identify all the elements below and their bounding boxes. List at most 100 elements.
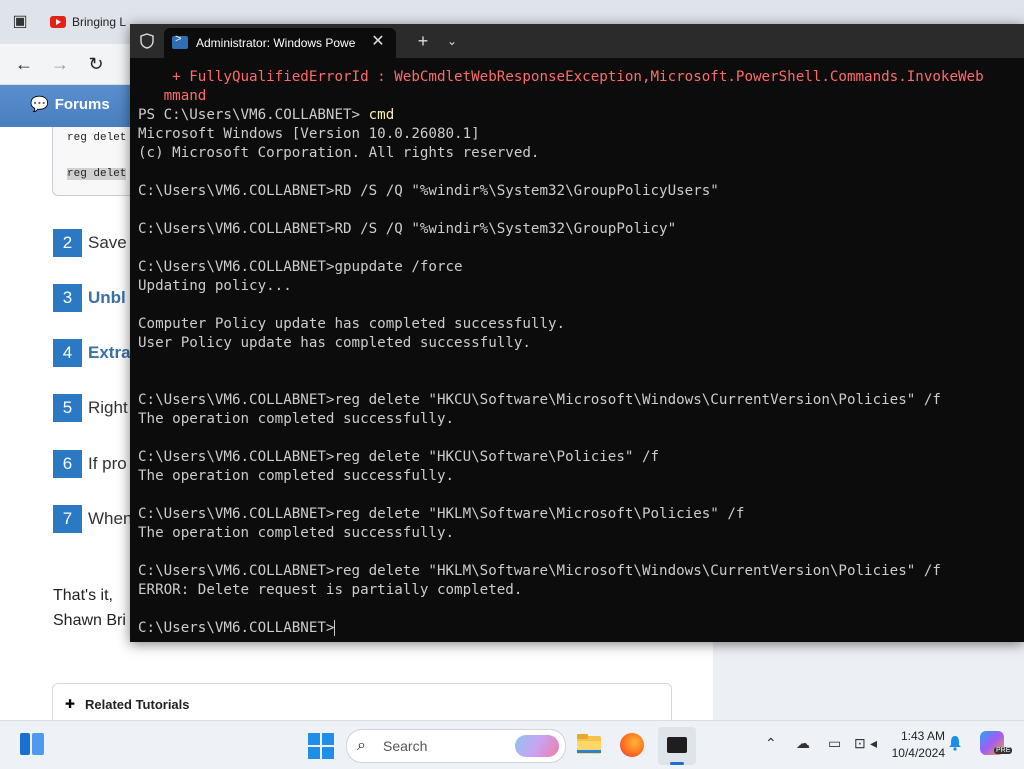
terminal-line-text: User Policy update has completed success… (138, 335, 531, 351)
terminal-line: C:\Users\VM6.COLLABNET>reg delete "HKLM\… (138, 505, 1024, 524)
forums-link[interactable]: 💬 Forums (30, 95, 110, 114)
terminal-line-text: ERROR: Delete request is partially compl… (138, 582, 523, 598)
terminal-line-text: C:\Users\VM6.COLLABNET> (138, 620, 335, 636)
terminal-line: Updating policy... (138, 277, 1024, 296)
terminal-tab[interactable]: Administrator: Windows Powe ✕ (164, 28, 396, 58)
terminal-line-text: + FullyQualifiedErrorId : WebCmdletWebRe… (138, 69, 984, 85)
clock-time[interactable]: 1:43 AM (885, 729, 945, 743)
forward-arrow-icon[interactable]: → (48, 52, 72, 76)
step-number: 7 (53, 505, 82, 533)
chevron-down-icon[interactable]: ⌄ (442, 30, 462, 52)
refresh-icon[interactable]: ↻ (84, 52, 108, 76)
text-cursor (334, 620, 336, 636)
terminal-line: ERROR: Delete request is partially compl… (138, 581, 1024, 600)
author-signature: Shawn Bri (53, 612, 126, 629)
step-text: Right (88, 398, 128, 417)
clock-date[interactable]: 10/4/2024 (880, 746, 945, 760)
terminal-line-text: C:\Users\VM6.COLLABNET>reg delete "HKCU\… (138, 392, 941, 408)
terminal-line-text: PS C:\Users\VM6.COLLABNET> (138, 107, 369, 123)
volume-icon[interactable]: ◂ (870, 735, 877, 752)
puzzle-icon: ✚ (65, 697, 76, 711)
terminal-window: Administrator: Windows Powe ✕ + ⌄ + Full… (130, 24, 1024, 642)
terminal-line: User Policy update has completed success… (138, 334, 1024, 353)
typed-command: cmd (368, 107, 395, 123)
terminal-titlebar: Administrator: Windows Powe ✕ + ⌄ (130, 24, 1024, 58)
back-arrow-icon[interactable]: ← (12, 52, 36, 76)
terminal-line: C:\Users\VM6.COLLABNET>reg delete "HKCU\… (138, 448, 1024, 467)
terminal-line-text: C:\Users\VM6.COLLABNET>reg delete "HKCU\… (138, 449, 660, 465)
terminal-line: C:\Users\VM6.COLLABNET>RD /S /Q "%windir… (138, 220, 1024, 239)
new-tab-button[interactable]: + (412, 30, 434, 52)
step-number: 5 (53, 394, 82, 422)
network-icon[interactable]: ⊡ (854, 735, 866, 752)
terminal-icon (667, 737, 687, 753)
terminal-line: mmand (138, 87, 1024, 106)
monitor-icon[interactable]: ▭ (828, 735, 841, 752)
code-line: reg delet (67, 168, 127, 180)
terminal-line: + FullyQualifiedErrorId : WebCmdletWebRe… (138, 68, 1024, 87)
terminal-line: C:\Users\VM6.COLLABNET>reg delete "HKLM\… (138, 562, 1024, 581)
chevron-up-icon[interactable]: ⌃ (765, 735, 777, 752)
start-button[interactable] (308, 733, 334, 759)
youtube-icon (50, 16, 66, 28)
chat-bubbles-icon: 💬 (30, 96, 49, 113)
terminal-line-text: C:\Users\VM6.COLLABNET>reg delete "HKLM\… (138, 563, 941, 579)
terminal-line-text: C:\Users\VM6.COLLABNET>gpupdate /force (138, 259, 463, 275)
search-highlight-image (515, 735, 559, 757)
terminal-line-text: The operation completed successfully. (138, 468, 455, 484)
related-tutorials-panel: ✚ Related Tutorials (52, 683, 672, 725)
taskbar: ⌕ Search ⌃ ☁ ▭ ⊡ ◂ 1:43 AM 10/4/2024 PRE (0, 720, 1024, 769)
step-number: 6 (53, 450, 82, 478)
taskbar-search[interactable]: ⌕ Search (346, 729, 566, 763)
step-number: 4 (53, 339, 82, 367)
terminal-line: PS C:\Users\VM6.COLLABNET> cmd (138, 106, 1024, 125)
terminal-line: C:\Users\VM6.COLLABNET>RD /S /Q "%windir… (138, 182, 1024, 201)
step-text: Save (88, 233, 127, 252)
step-text: If pro (88, 454, 127, 473)
browser-tab-title: Bringing L (72, 15, 127, 29)
search-icon: ⌕ (357, 737, 366, 754)
step-text[interactable]: Unbl (88, 288, 126, 308)
forums-label: Forums (54, 95, 110, 113)
file-explorer-icon[interactable] (576, 733, 602, 755)
tab-actions-icon[interactable]: ▣ (8, 10, 32, 34)
step-number: 3 (53, 284, 82, 312)
terminal-line-text: (c) Microsoft Corporation. All rights re… (138, 145, 540, 161)
step-text[interactable]: Extra (88, 343, 131, 363)
terminal-line: (c) Microsoft Corporation. All rights re… (138, 144, 1024, 163)
related-tutorials-title: Related Tutorials (85, 697, 190, 712)
browser-tab[interactable]: Bringing L (50, 8, 130, 36)
shield-icon (140, 33, 154, 49)
notification-bell-icon[interactable] (948, 735, 962, 751)
terminal-line: The operation completed successfully. (138, 524, 1024, 543)
close-tab-icon[interactable]: ✕ (368, 32, 388, 52)
active-indicator (670, 762, 684, 765)
terminal-line: The operation completed successfully. (138, 410, 1024, 429)
terminal-output[interactable]: + FullyQualifiedErrorId : WebCmdletWebRe… (138, 68, 1024, 638)
terminal-line: C:\Users\VM6.COLLABNET>reg delete "HKCU\… (138, 391, 1024, 410)
terminal-line-text: The operation completed successfully. (138, 411, 455, 427)
terminal-line: The operation completed successfully. (138, 467, 1024, 486)
step-number: 2 (53, 229, 82, 257)
terminal-line-text: C:\Users\VM6.COLLABNET>RD /S /Q "%windir… (138, 221, 677, 237)
widgets-icon[interactable] (20, 733, 44, 755)
cloud-icon[interactable]: ☁ (796, 735, 810, 752)
step-text: When (88, 509, 133, 528)
terminal-line: Microsoft Windows [Version 10.0.26080.1] (138, 125, 1024, 144)
terminal-line-text: Microsoft Windows [Version 10.0.26080.1] (138, 126, 480, 142)
closing-text: That's it, (53, 587, 113, 604)
firefox-icon[interactable] (620, 733, 644, 757)
terminal-line: Computer Policy update has completed suc… (138, 315, 1024, 334)
terminal-line-text: C:\Users\VM6.COLLABNET>RD /S /Q "%windir… (138, 183, 719, 199)
terminal-taskbar-button[interactable] (658, 727, 696, 765)
search-label: Search (383, 738, 428, 754)
terminal-line: C:\Users\VM6.COLLABNET> (138, 619, 1024, 638)
code-line: reg delet (67, 132, 127, 144)
